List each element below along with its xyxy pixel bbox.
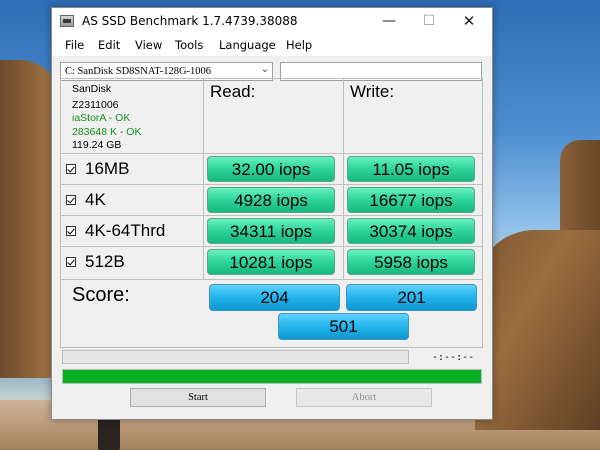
grid-line (60, 246, 483, 247)
elapsed-time: -:--:-- (432, 352, 475, 363)
test-checkbox-4k[interactable] (66, 195, 76, 205)
grid-line (60, 279, 483, 280)
menu-view[interactable]: View (135, 38, 162, 52)
overall-progress-fill (63, 370, 481, 383)
chevron-down-icon[interactable]: ⌄ (261, 64, 269, 75)
test-checkbox-16mb[interactable] (66, 164, 76, 174)
drive-vendor: SanDisk (72, 83, 112, 95)
grid-line (60, 78, 61, 348)
write-result-4k: 16677 iops (347, 187, 475, 213)
menu-language[interactable]: Language (219, 38, 276, 52)
test-label-512b: 512B (85, 252, 125, 271)
menu-bar: File Edit View Tools Language Help (52, 35, 492, 56)
test-label-4k: 4K (85, 190, 106, 209)
maximize-button[interactable]: ☐ (409, 8, 449, 35)
test-checkbox-512b[interactable] (66, 257, 76, 267)
write-column-header: Write: (350, 82, 395, 101)
write-score: 201 (346, 284, 477, 311)
menu-tools[interactable]: Tools (175, 38, 203, 52)
test-label-16mb: 16MB (85, 159, 130, 178)
read-result-512b: 10281 iops (207, 249, 335, 275)
alignment-status: 283648 K - OK (72, 126, 142, 138)
overall-progress-bar (62, 369, 482, 384)
read-result-4k: 4928 iops (207, 187, 335, 213)
benchmark-window: AS SSD Benchmark 1.7.4739.38088 — ☐ ✕ Fi… (51, 7, 493, 420)
driver-status: iaStorA - OK (72, 112, 131, 124)
drive-select-value: C: SanDisk SD8SNAT-128G-1006 (65, 66, 212, 77)
title-bar[interactable]: AS SSD Benchmark 1.7.4739.38088 — ☐ ✕ (52, 8, 492, 35)
minimize-button[interactable]: — (369, 8, 409, 35)
menu-file[interactable]: File (65, 38, 84, 52)
write-result-4k-64thrd: 30374 iops (347, 218, 475, 244)
grid-line (60, 78, 483, 79)
grid-line (60, 184, 483, 185)
grid-line (60, 215, 483, 216)
abort-button[interactable]: Abort (296, 388, 432, 407)
grid-line (60, 153, 483, 154)
test-progress-bar (62, 350, 409, 364)
menu-edit[interactable]: Edit (98, 38, 120, 52)
write-result-16mb: 11.05 iops (347, 156, 475, 182)
read-result-4k-64thrd: 34311 iops (207, 218, 335, 244)
read-result-16mb: 32.00 iops (207, 156, 335, 182)
read-column-header: Read: (210, 82, 256, 101)
score-label: Score: (72, 284, 130, 306)
start-button[interactable]: Start (130, 388, 266, 407)
write-result-512b: 5958 iops (347, 249, 475, 275)
grid-line (203, 78, 204, 280)
test-checkbox-4k-64thrd[interactable] (66, 226, 76, 236)
total-score: 501 (278, 313, 409, 340)
read-score: 204 (209, 284, 340, 311)
test-label-4k-64thrd: 4K-64Thrd (85, 221, 166, 240)
window-title: AS SSD Benchmark 1.7.4739.38088 (82, 14, 298, 28)
menu-help[interactable]: Help (286, 38, 312, 52)
app-drive-icon (60, 15, 74, 27)
close-button[interactable]: ✕ (449, 8, 489, 35)
drive-capacity: 119.24 GB (72, 139, 122, 151)
grid-line (60, 347, 483, 348)
drive-firmware: Z2311006 (72, 99, 119, 111)
desktop-rock-right (475, 230, 600, 430)
grid-line (482, 78, 483, 348)
grid-line (343, 78, 344, 280)
